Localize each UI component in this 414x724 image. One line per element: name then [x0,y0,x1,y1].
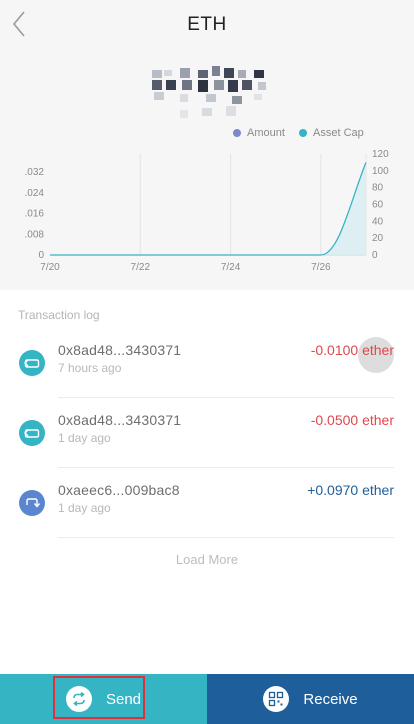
left-axis-tick-label: .032 [25,167,45,178]
asset-cap-line [50,162,367,256]
receive-label: Receive [303,690,358,708]
right-axis-tick-label: 40 [372,216,384,227]
right-axis-tick-label: 20 [372,233,384,244]
right-axis-tick-label: 0 [372,250,378,261]
legend-amount-label: Amount [247,127,285,139]
qr-code-icon [263,686,290,712]
transaction-log-title: Transaction log [18,308,100,322]
eth-chart: 0 .008 .016 .024 .032 0 20 40 60 80 100 120 7/20 7/22… [25,149,390,273]
load-more-button[interactable]: Load More [0,552,414,567]
outgoing-transfer-icon [19,420,45,446]
transaction-time: 1 day ago [58,501,111,515]
x-axis-tick-label: 7/20 [40,262,60,273]
right-axis-tick-label: 120 [372,149,389,160]
left-axis-tick-label: 0 [38,250,44,261]
transaction-address: 0xaeec6...009bac8 [58,482,180,498]
right-axis-tick-label: 100 [372,166,389,177]
x-axis-tick-label: 7/24 [221,262,241,273]
right-axis-tick-label: 80 [372,183,384,194]
transaction-time: 1 day ago [58,431,111,445]
transaction-time: 7 hours ago [58,361,122,375]
receive-button[interactable]: Receive [207,674,414,724]
transaction-address: 0x8ad48...3430371 [58,412,182,428]
balance-blurred [150,66,270,120]
legend-item-amount: Amount [233,127,285,139]
incoming-transfer-icon [19,490,45,516]
left-axis-tick-label: .024 [25,188,45,199]
transaction-row[interactable]: 0x8ad48...3430371 1 day ago -0.0500 ethe… [0,398,414,468]
transaction-amount: +0.0970 ether [307,482,394,498]
transaction-row[interactable]: 0xaeec6...009bac8 1 day ago +0.0970 ethe… [0,468,414,538]
transaction-address: 0x8ad48...3430371 [58,342,182,358]
x-axis-tick-label: 7/26 [311,262,331,273]
asset-cap-area [50,162,366,255]
send-button[interactable]: Send [0,674,207,724]
chart-legend: Amount Asset Cap [0,127,414,141]
legend-asset-cap-dot [299,129,307,137]
right-axis-tick-label: 60 [372,200,384,211]
transaction-log-panel: Transaction log 0x8ad48...3430371 7 hour… [0,290,414,674]
left-axis-tick-label: .016 [25,209,45,220]
highlight-box [53,676,145,719]
transaction-amount: -0.0100 ether [310,342,394,358]
transaction-row[interactable]: 0x8ad48...3430371 7 hours ago -0.0100 et… [0,328,414,398]
legend-amount-dot [233,129,241,137]
page-title: ETH [187,14,227,35]
left-axis-tick-label: .008 [25,229,45,240]
legend-item-asset-cap: Asset Cap [299,127,364,139]
outgoing-transfer-icon [19,350,45,376]
x-axis-tick-label: 7/22 [131,262,151,273]
header: ETH [0,0,414,50]
legend-asset-cap-label: Asset Cap [313,127,364,139]
transaction-amount: -0.0500 ether [310,412,394,428]
divider [58,537,394,538]
bottom-action-bar: Send Receive [0,674,414,724]
